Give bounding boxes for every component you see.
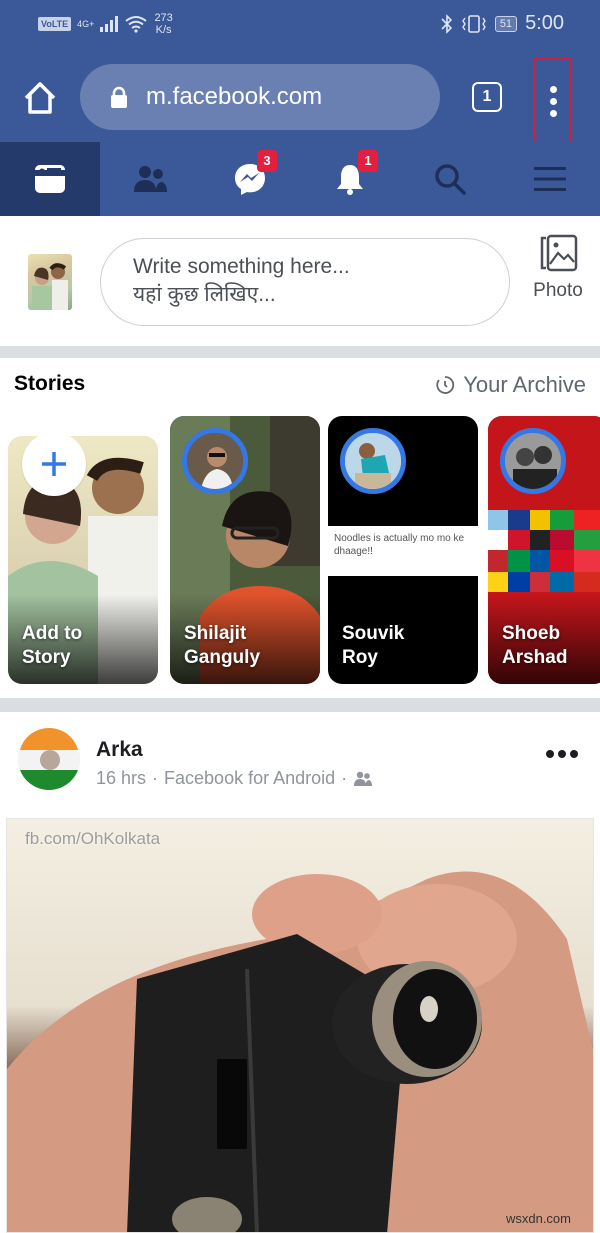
archive-clock-icon	[436, 376, 455, 394]
tab-menu[interactable]	[500, 142, 600, 216]
stories-title: Stories	[14, 372, 86, 395]
status-input[interactable]: Write something here... यहां कुछ लिखिए..…	[100, 238, 510, 326]
address-bar[interactable]: m.facebook.com	[80, 64, 440, 130]
photo-label: Photo	[533, 280, 583, 301]
more-vertical-icon	[549, 85, 557, 93]
home-icon[interactable]	[20, 78, 60, 118]
status-bar: VoLTE 4G+ 273 K/s 51 5:00	[0, 0, 600, 52]
friends-icon	[134, 166, 167, 192]
post-options-button[interactable]	[546, 750, 578, 758]
post-author-name[interactable]: Arka	[96, 738, 143, 762]
stories-header: Stories Your Archive	[0, 358, 600, 410]
news-feed-icon	[35, 165, 65, 193]
story-caption: Noodles is actually mo mo ke dhaage!!	[328, 526, 478, 576]
lock-icon	[111, 86, 127, 108]
post-source: Facebook for Android	[164, 768, 336, 788]
post-time[interactable]: 16 hrs	[96, 768, 146, 789]
vibrate-icon	[461, 14, 486, 33]
story-avatar	[182, 428, 248, 494]
archive-label: Your Archive	[463, 372, 586, 397]
placeholder-english: Write something here...	[133, 255, 350, 278]
notifications-badge: 1	[358, 150, 378, 172]
tab-messenger[interactable]: 3	[200, 142, 300, 216]
wifi-icon	[125, 16, 148, 33]
network-speed: 273 K/s	[154, 12, 172, 36]
facebook-nav-bar: 3 1	[0, 142, 600, 216]
more-horizontal-icon	[546, 750, 554, 758]
browser-toolbar: m.facebook.com 1	[0, 52, 600, 145]
post-header: Arka 16 hrs · Facebook for Android ·	[0, 712, 600, 812]
photo-icon	[540, 234, 578, 272]
speed-value: 273	[154, 12, 173, 24]
post-author-avatar[interactable]	[18, 728, 80, 790]
add-story-button[interactable]	[22, 432, 86, 496]
signal-icon	[100, 16, 119, 32]
post-photo	[7, 819, 593, 1232]
story-name: Add to Story	[22, 623, 83, 668]
messenger-badge: 3	[257, 150, 277, 172]
story-card[interactable]: Shilajit Ganguly	[170, 416, 320, 684]
story-avatar	[500, 428, 566, 494]
composer: Write something here... यहां कुछ लिखिए..…	[0, 216, 600, 346]
story-name: Shilajit Ganguly	[184, 623, 261, 668]
site-watermark: wsxdn.com	[505, 1211, 571, 1226]
volte-icon: VoLTE	[38, 17, 72, 31]
section-divider	[0, 698, 600, 712]
post-meta: 16 hrs · Facebook for Android ·	[96, 768, 373, 789]
story-card[interactable]: Shoeb Arshad	[488, 416, 600, 684]
story-card[interactable]: Noodles is actually mo mo ke dhaage!! So…	[328, 416, 478, 684]
plus-icon	[42, 452, 66, 476]
story-name: Souvik Roy	[342, 623, 405, 668]
tab-friends[interactable]	[100, 142, 200, 216]
your-archive-link[interactable]: Your Archive	[435, 372, 586, 398]
browser-menu-button[interactable]	[534, 57, 572, 145]
story-avatar	[340, 428, 406, 494]
photo-button[interactable]: Photo	[526, 234, 590, 302]
friends-audience-icon	[354, 771, 373, 786]
battery-icon: 51	[494, 15, 518, 32]
hamburger-icon	[534, 167, 566, 191]
post-image[interactable]: fb.com/OhKolkata wsxdn.com	[6, 818, 594, 1233]
tab-switcher-button[interactable]: 1	[472, 82, 502, 112]
section-divider	[0, 346, 600, 358]
network-type: 4G+	[77, 18, 95, 29]
image-watermark: fb.com/OhKolkata	[25, 829, 161, 848]
bluetooth-icon	[441, 13, 452, 34]
story-name: Shoeb Arshad	[502, 623, 568, 668]
placeholder-hindi: यहां कुछ लिखिए...	[133, 283, 276, 306]
speed-unit: K/s	[155, 24, 172, 36]
tab-notifications[interactable]: 1	[300, 142, 400, 216]
search-icon	[435, 164, 466, 195]
profile-avatar[interactable]	[28, 254, 72, 310]
tab-search[interactable]	[400, 142, 500, 216]
tab-news-feed[interactable]	[0, 142, 100, 216]
url-text: m.facebook.com	[146, 83, 323, 110]
clock: 5:00	[525, 12, 564, 34]
